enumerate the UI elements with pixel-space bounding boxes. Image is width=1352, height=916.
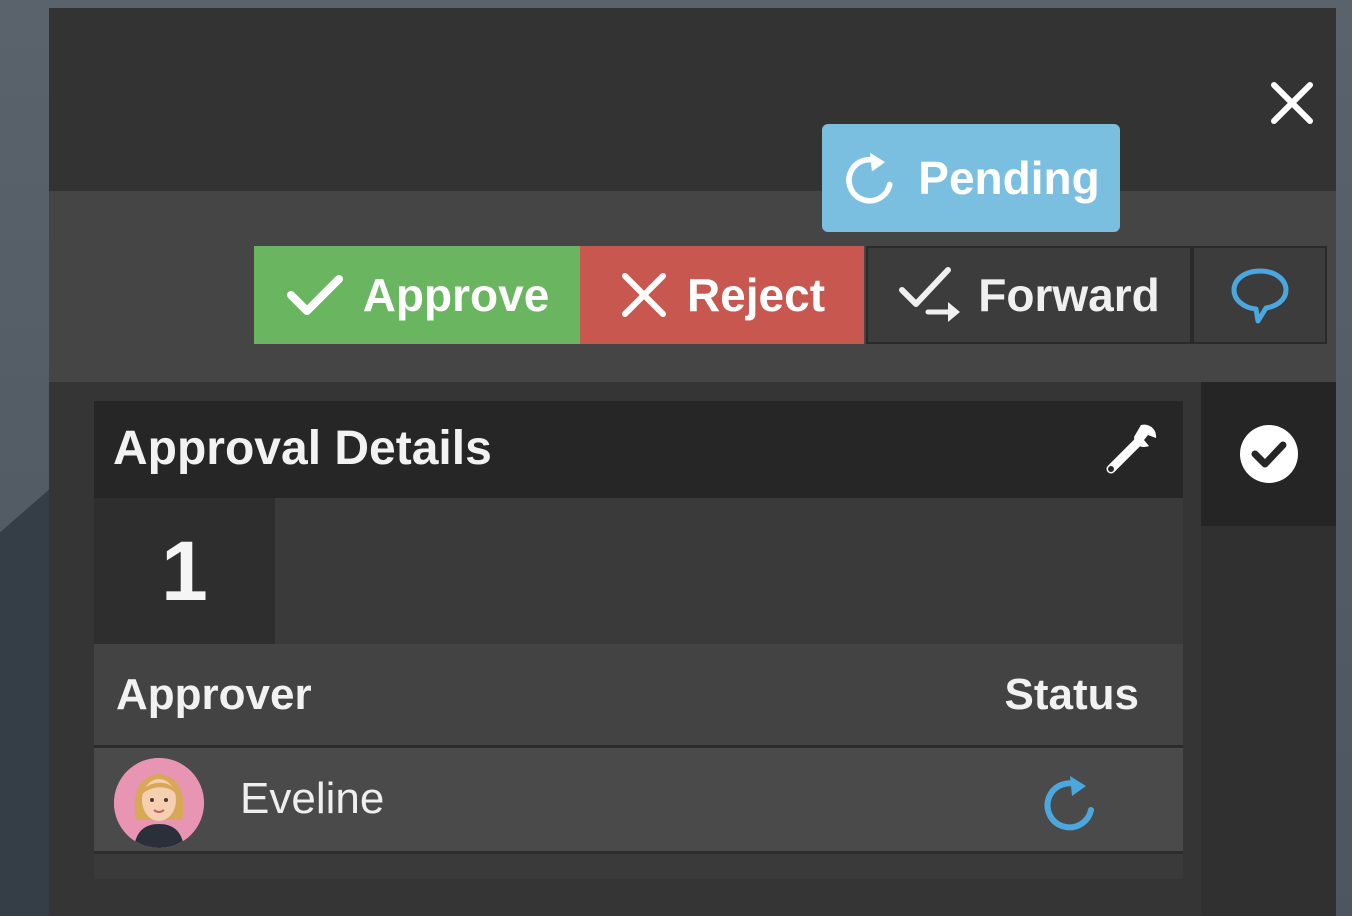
x-icon	[621, 273, 666, 317]
row-status	[1040, 772, 1102, 834]
action-toolbar: Approve Reject Forward	[49, 191, 1336, 382]
refresh-icon	[1044, 776, 1094, 831]
column-header-status: Status	[1004, 670, 1139, 719]
forward-check-icon	[899, 267, 961, 322]
approve-button[interactable]: Approve	[254, 246, 580, 344]
dialog-header	[49, 8, 1336, 191]
forward-label: Forward	[978, 269, 1160, 321]
reject-label: Reject	[686, 269, 826, 321]
avatar	[114, 758, 204, 848]
forward-button[interactable]: Forward	[866, 246, 1192, 344]
speech-bubble-icon	[1231, 268, 1288, 324]
close-button[interactable]	[1267, 78, 1317, 128]
wrench-icon	[1106, 424, 1157, 474]
side-panel	[1201, 382, 1336, 916]
approval-dialog: Approve Reject Forward Approval Details …	[49, 8, 1336, 916]
reject-button[interactable]: Reject	[580, 246, 864, 344]
card-header: Approval Details	[94, 401, 1183, 498]
card-title: Approval Details	[113, 422, 492, 475]
refresh-icon	[846, 152, 893, 204]
check-circle-icon	[1239, 425, 1298, 483]
approval-status-tab[interactable]	[1201, 382, 1336, 526]
table-row: Eveline	[94, 748, 1183, 854]
comment-button[interactable]	[1192, 246, 1327, 344]
approve-label: Approve	[362, 269, 550, 321]
status-badge-label: Pending	[918, 152, 1100, 204]
approval-details-card: Approval Details 1 Approver Status Eveli…	[94, 401, 1183, 879]
card-footer	[94, 854, 1183, 879]
checkmark-icon	[286, 275, 343, 315]
step-status-area	[275, 498, 1183, 644]
status-badge: Pending	[822, 124, 1120, 232]
approvers-table-header: Approver Status	[94, 644, 1183, 748]
column-header-approver: Approver	[116, 670, 312, 719]
settings-button[interactable]	[1099, 419, 1161, 481]
close-icon	[1271, 82, 1313, 124]
step-number: 1	[94, 498, 275, 644]
approver-name: Eveline	[240, 774, 385, 823]
